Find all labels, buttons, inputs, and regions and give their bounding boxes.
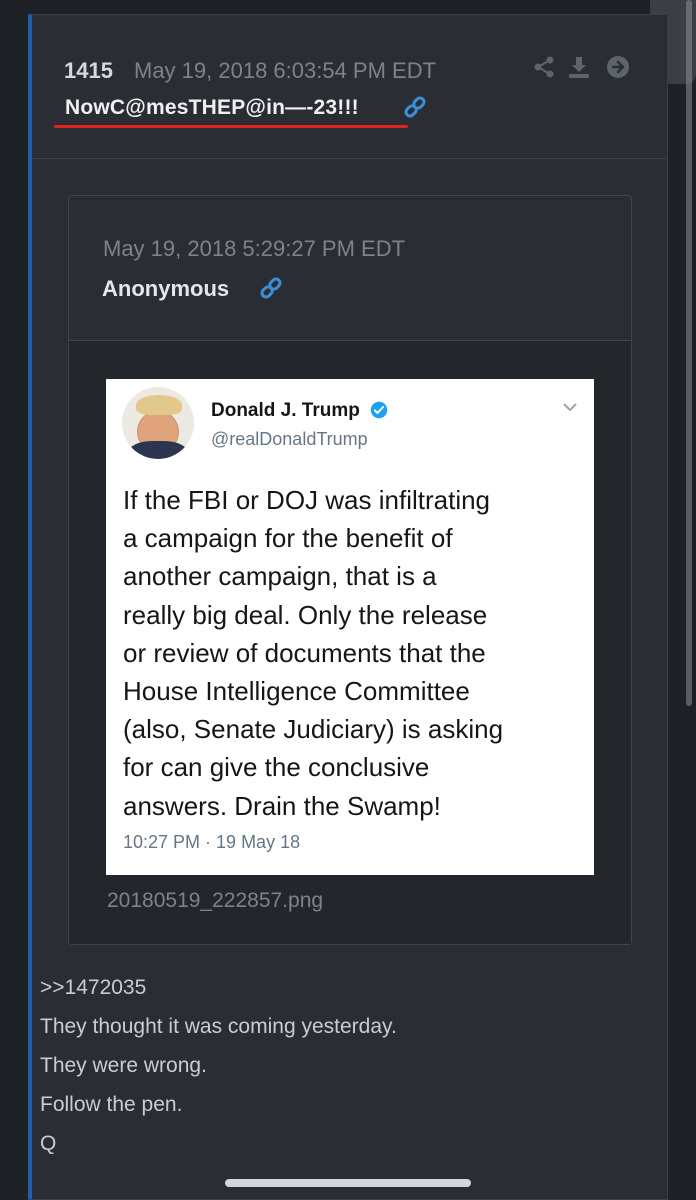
- title-underline: [54, 125, 408, 128]
- post-reference-link[interactable]: >>1472035: [40, 968, 397, 1007]
- post-header: 1415 May 19, 2018 6:03:54 PM EDT NowC@me…: [32, 15, 667, 159]
- quoted-post-timestamp: May 19, 2018 5:29:27 PM EDT: [103, 236, 406, 261]
- quoted-post-author: Anonymous: [102, 276, 230, 301]
- tweet-text: If the FBI or DOJ was infiltrating a cam…: [123, 485, 504, 821]
- link-icon[interactable]: [403, 95, 427, 119]
- quoted-post: May 19, 2018 5:29:27 PM EDT Anonymous Do…: [68, 195, 632, 945]
- tweet-image[interactable]: Donald J. Trump @realDonaldTrump If the …: [106, 379, 594, 875]
- post-body-line: Follow the pen.: [40, 1093, 183, 1116]
- post-signature: Q: [40, 1132, 57, 1155]
- download-icon[interactable]: [567, 55, 591, 79]
- tweet-author-name: Donald J. Trump: [211, 400, 360, 421]
- share-icon[interactable]: [532, 55, 556, 79]
- chevron-down-icon: [563, 403, 577, 412]
- link-icon[interactable]: [259, 276, 283, 300]
- verified-badge-icon: [370, 401, 388, 419]
- home-indicator[interactable]: [225, 1179, 471, 1187]
- tweet-handle: @realDonaldTrump: [211, 429, 368, 449]
- quoted-post-body: Donald J. Trump @realDonaldTrump If the …: [69, 341, 631, 944]
- quoted-post-header: May 19, 2018 5:29:27 PM EDT Anonymous: [69, 196, 631, 341]
- post-body-line: They thought it was coming yesterday.: [40, 1015, 397, 1038]
- post-body-line: They were wrong.: [40, 1054, 207, 1077]
- arrow-right-icon[interactable]: [606, 55, 630, 79]
- scrollbar[interactable]: [686, 0, 692, 706]
- attachment-filename[interactable]: 20180519_222857.png: [107, 889, 323, 913]
- tweet-time: 10:27 PM · 19 May 18: [123, 832, 301, 852]
- post-number: 1415: [64, 58, 113, 83]
- avatar: [122, 387, 194, 459]
- post-title: NowC@mesTHEP@in—-23!!!: [65, 96, 359, 119]
- post-timestamp: May 19, 2018 6:03:54 PM EDT: [134, 58, 437, 83]
- post-body: >>1472035 They thought it was coming yes…: [40, 968, 397, 1163]
